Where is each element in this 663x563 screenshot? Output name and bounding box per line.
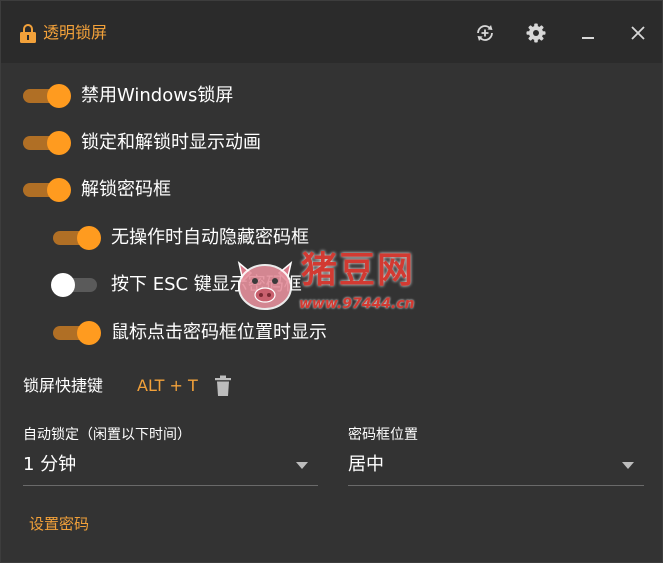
minimize-button[interactable]: [576, 21, 600, 45]
option-unlock-password-box: 解锁密码框: [23, 175, 171, 205]
close-button[interactable]: [626, 21, 650, 45]
option-disable-windows-lock: 禁用Windows锁屏: [23, 81, 233, 111]
toggle-switch[interactable]: [53, 226, 101, 250]
watermark-text: 猪豆网: [301, 250, 416, 291]
auto-lock-value: 1 分钟: [23, 454, 77, 475]
sync-icon: [477, 25, 493, 41]
minimize-icon: [582, 37, 594, 39]
option-label: 无操作时自动隐藏密码框: [111, 227, 309, 248]
option-label: 鼠标点击密码框位置时显示: [111, 322, 327, 343]
app-title: 透明锁屏: [43, 23, 108, 42]
watermark-url: www.97444.cn: [299, 296, 415, 312]
toggle-switch[interactable]: [23, 84, 71, 108]
auto-lock-select[interactable]: 1 分钟: [23, 447, 318, 486]
close-icon: [631, 26, 645, 40]
toggle-switch[interactable]: [51, 273, 101, 297]
option-label: 按下 ESC 键显示密码框: [111, 274, 302, 295]
toggle-switch[interactable]: [23, 178, 71, 202]
shortcut-value[interactable]: ALT + T: [137, 375, 198, 397]
password-position-select[interactable]: 居中: [348, 447, 644, 486]
set-password-link[interactable]: 设置密码: [29, 514, 89, 534]
lock-icon: [20, 24, 36, 43]
settings-button[interactable]: [524, 21, 548, 45]
option-label: 禁用Windows锁屏: [81, 85, 234, 106]
password-position-label: 密码框位置: [348, 427, 418, 443]
app-window: 透明锁屏 禁用Windows锁屏 锁定和解锁时显示动画 解锁密码框 无操作时自动…: [0, 0, 663, 563]
shortcut-label: 锁屏快捷键: [23, 376, 104, 395]
toggle-switch[interactable]: [53, 321, 101, 345]
auto-lock-label: 自动锁定（闲置以下时间）: [23, 427, 191, 443]
option-click-show-password-box: 鼠标点击密码框位置时显示: [53, 318, 327, 348]
title-bar: 透明锁屏: [1, 1, 662, 63]
trash-icon[interactable]: [213, 375, 233, 397]
sync-button[interactable]: [473, 21, 497, 45]
chevron-down-icon: [622, 462, 634, 469]
gear-icon: [526, 23, 546, 43]
password-position-value: 居中: [348, 454, 384, 475]
option-esc-show-password-box: 按下 ESC 键显示密码框: [51, 270, 302, 300]
option-show-animation: 锁定和解锁时显示动画: [23, 128, 261, 158]
option-label: 解锁密码框: [81, 179, 171, 200]
option-auto-hide-password-box: 无操作时自动隐藏密码框: [53, 223, 309, 253]
option-label: 锁定和解锁时显示动画: [81, 132, 261, 153]
toggle-switch[interactable]: [23, 131, 71, 155]
chevron-down-icon: [296, 462, 308, 469]
